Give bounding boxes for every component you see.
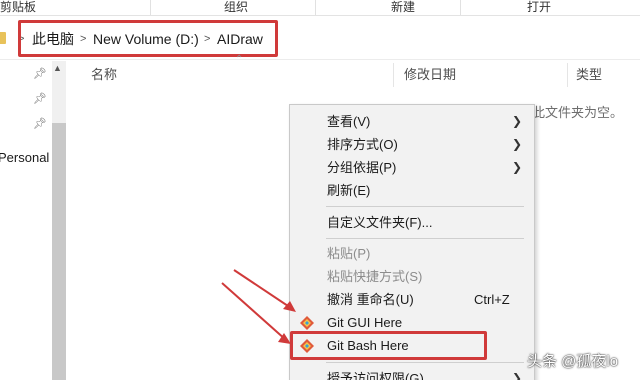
menu-separator — [326, 362, 524, 363]
menu-item-label: 查看(V) — [327, 114, 371, 129]
menu-separator — [326, 238, 524, 239]
ribbon-divider — [150, 0, 151, 15]
sort-ascending-icon: ⌃ — [235, 54, 244, 65]
address-highlight-box — [18, 20, 278, 57]
git-diamond-icon — [300, 316, 314, 330]
chevron-right-icon: ❯ — [511, 114, 522, 128]
empty-folder-message: 此文件夹为空。 — [532, 105, 624, 120]
ribbon-group-clipboard: 剪贴板 — [0, 0, 37, 14]
folder-icon — [0, 32, 6, 44]
menu-item-label: 分组依据(P) — [327, 160, 397, 175]
chevron-right-icon: ❯ — [511, 160, 522, 174]
column-header-name[interactable]: 名称 — [91, 61, 117, 89]
menu-item-group-by[interactable]: 分组依据(P) ❯ — [290, 156, 534, 179]
menu-item-refresh[interactable]: 刷新(E) — [290, 179, 534, 202]
git-bash-highlight-box — [290, 331, 487, 360]
menu-item-shortcut: Ctrl+Z — [474, 292, 510, 307]
chevron-right-icon: ❯ — [511, 137, 522, 151]
menu-item-sort-by[interactable]: 排序方式(O) ❯ — [290, 133, 534, 156]
menu-separator — [326, 206, 524, 207]
ribbon-divider — [315, 0, 316, 15]
column-divider[interactable] — [393, 63, 394, 87]
pin-icon[interactable]: 📌︎ — [33, 92, 47, 105]
menu-item-paste[interactable]: 粘贴(P) — [290, 242, 534, 265]
menu-item-customize-folder[interactable]: 自定义文件夹(F)... — [290, 211, 534, 234]
column-divider[interactable] — [567, 63, 568, 87]
menu-item-paste-shortcut[interactable]: 粘贴快捷方式(S) — [290, 265, 534, 288]
annotation-arrow-line — [221, 282, 287, 341]
nav-scrollbar-thumb[interactable] — [52, 123, 66, 380]
watermark-text: 头条 @孤夜lo — [527, 353, 619, 370]
ribbon-group-open: 打开 — [527, 0, 552, 14]
ribbon-divider — [460, 0, 461, 15]
ribbon-group-new: 新建 — [391, 0, 416, 14]
menu-item-label: 粘贴快捷方式(S) — [327, 269, 423, 284]
pin-icon[interactable]: 📌︎ — [33, 117, 47, 130]
menu-item-view[interactable]: 查看(V) ❯ — [290, 110, 534, 133]
annotation-arrow-line — [233, 269, 292, 309]
menu-item-grant-access[interactable]: 授予访问权限(G) ❯ — [290, 367, 534, 380]
menu-item-label: 粘贴(P) — [327, 246, 371, 261]
menu-item-label: 自定义文件夹(F)... — [327, 215, 433, 230]
menu-item-label: 排序方式(O) — [327, 137, 398, 152]
column-header-modified[interactable]: 修改日期 — [404, 61, 456, 89]
menu-item-label: 撤消 重命名(U) — [327, 292, 414, 307]
nav-item-personal[interactable]: Personal — [0, 150, 49, 165]
ribbon-group-organize: 组织 — [224, 0, 249, 14]
navigation-pane: 📌︎ 📌︎ 📌︎ Personal ▲ — [0, 61, 66, 380]
pin-icon[interactable]: 📌︎ — [33, 67, 47, 80]
scroll-up-icon[interactable]: ▲ — [53, 63, 62, 73]
chevron-right-icon: ❯ — [511, 371, 522, 380]
menu-item-label: 授予访问权限(G) — [327, 371, 424, 380]
column-header-type[interactable]: 类型 — [576, 61, 602, 89]
menu-item-label: 刷新(E) — [327, 183, 371, 198]
menu-item-undo-rename[interactable]: 撤消 重命名(U) Ctrl+Z — [290, 288, 534, 311]
ribbon-group-strip: 剪贴板 组织 新建 打开 — [0, 0, 640, 16]
